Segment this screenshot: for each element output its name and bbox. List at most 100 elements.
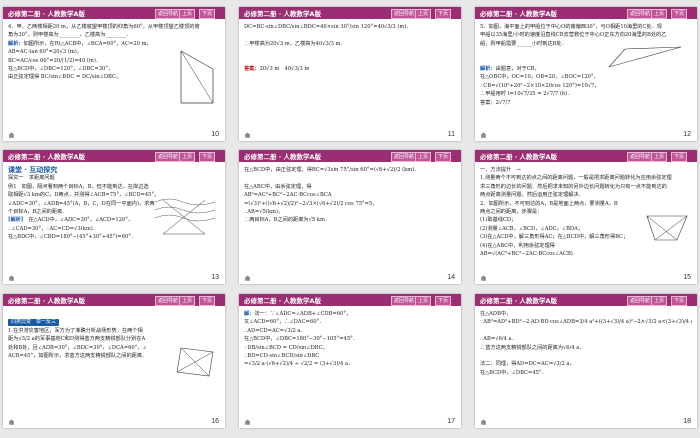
prev-page-button[interactable]: 上页 — [179, 9, 196, 19]
next-page-button[interactable]: 下页 — [671, 296, 688, 306]
slide-thumbnail-10[interactable]: 必修第二册 · 人教数学A版 返回导航 上页 下页 4．甲、乙两楼相距20 m，从乙楼底… — [3, 7, 225, 141]
home-icon[interactable] — [480, 275, 487, 281]
page-number: 16 — [211, 418, 219, 425]
back-nav-button[interactable]: 返回导航 — [155, 296, 182, 306]
home-icon[interactable] — [244, 419, 251, 425]
slide-thumbnail-17[interactable]: 必修第二册 · 人教数学A版 返回导航 上页 下页解：法一：∵∠ADC=∠ADB+∠C… — [239, 294, 461, 428]
page-number: 12 — [683, 131, 691, 138]
page-number: 11 — [447, 131, 455, 138]
slide-thumbnail-18[interactable]: 必修第二册 · 人教数学A版 返回导航 上页 下页在△ADB中， ∵AB²=AD²+BD… — [475, 294, 697, 428]
home-icon[interactable] — [480, 132, 487, 138]
slide-text-line — [244, 174, 456, 182]
slide-text-line: 1.在洪涝灾害地区，军方为了准确分析战场形势，在两个相 — [8, 327, 143, 334]
page-number: 10 — [211, 131, 219, 138]
slide-header-title: 必修第二册 · 人教数学A版 — [8, 153, 86, 161]
slide-thumbnail-13[interactable]: 必修第二册 · 人教数学A版 返回导航 上页 下页 课堂 · 互动探究 探究一 求距离问题… — [3, 150, 225, 284]
next-page-button[interactable]: 下页 — [435, 152, 452, 162]
slide-header: 必修第二册 · 人教数学A版 返回导航 上页 下页 — [475, 150, 697, 162]
next-page-button[interactable]: 下页 — [671, 152, 688, 162]
slide-header: 必修第二册 · 人教数学A版 返回导航 上页 下页 — [239, 294, 461, 306]
slide-text-line: 4．甲、乙两楼相距20 m，从乙楼底望甲楼顶的仰角为60°，从甲楼顶望乙楼顶的俯 — [8, 24, 200, 30]
slide-text-line: 同类异变 举一反三 — [8, 318, 220, 327]
slide-header-title: 必修第二册 · 人教数学A版 — [244, 153, 322, 161]
slide-thumbnail-16[interactable]: 必修第二册 · 人教数学A版 返回导航 上页 下页 同类异变 举一反三 1.在洪涝灾害地… — [3, 294, 225, 428]
slide-text-line: ∴AB=√6/4 a． — [480, 336, 517, 343]
slide-thumbnail-12[interactable]: 必修第二册 · 人教数学A版 返回导航 上页 下页 5．如图，海平面上的甲船位于中心O的… — [475, 7, 697, 141]
home-icon[interactable] — [8, 275, 15, 281]
prev-page-button[interactable]: 上页 — [415, 9, 432, 19]
slide-thumbnail-11[interactable]: 必修第二册 · 人教数学A版 返回导航 上页 下页 DC=BC·sin∠DBC/sin∠… — [239, 7, 461, 141]
slide-body: 在△BCD中，由正弦定理，得BC=√3sin 75°/sin 60°=(√6+√… — [244, 166, 456, 225]
home-icon[interactable] — [244, 132, 251, 138]
slide-text-line: 两点距离测量问题，然后运用正弦定理解决． — [480, 192, 584, 199]
prev-page-button[interactable]: 上页 — [651, 296, 668, 306]
slide-text-line: 2．如图所示，不可到达的A，B是地面上两点，要测量A，B — [480, 200, 618, 207]
slide-header-title: 必修第二册 · 人教数学A版 — [8, 10, 86, 18]
slide-text-line: 5．如图，海平面上的甲船位于中心O的南偏西30°，与O相距10海里的C处．现 — [480, 24, 663, 30]
river-figure — [153, 194, 219, 244]
slide-thumbnail-14[interactable]: 必修第二册 · 人教数学A版 返回导航 上页 下页在△BCD中，由正弦定理，得BC=√… — [239, 150, 461, 284]
slide-text-line: ∵AB²=AD²+BD²−2·AD·BD·cos∠ADB=3/4 a²+((3+… — [480, 319, 692, 326]
slide-text-line: DC=BC·sin∠DBC/sin∠BDC=40×sin 30°/sin 120… — [244, 24, 412, 30]
slide-text-line: AB=√(AC²+BC²−2AC·BCcos∠ACB)． — [480, 251, 578, 258]
page-number: 15 — [683, 274, 691, 281]
back-nav-button[interactable]: 返回导航 — [391, 152, 418, 162]
prev-page-button[interactable]: 上页 — [179, 296, 196, 306]
slide-text-line: ∴甲楼高为20√3 m，乙楼高为40√3/3 m． — [244, 40, 346, 47]
slide-header: 必修第二册 · 人教数学A版 返回导航 上页 下页 — [239, 7, 461, 19]
home-icon[interactable] — [480, 419, 487, 425]
prev-page-button[interactable]: 上页 — [651, 152, 668, 162]
home-icon[interactable] — [244, 275, 251, 281]
slide-text-line: 1.测量两个不可到达的点之间的距离问题，一般是把求距离问题转化为应用余弦定理 — [480, 175, 672, 182]
back-nav-button[interactable]: 返回导航 — [627, 9, 654, 19]
page-number: 13 — [211, 274, 219, 281]
back-nav-button[interactable]: 返回导航 — [155, 152, 182, 162]
next-page-button[interactable]: 下页 — [199, 9, 216, 19]
slide-header: 必修第二册 · 人教数学A版 返回导航 上页 下页 — [3, 294, 225, 306]
next-page-button[interactable]: 下页 — [671, 9, 688, 19]
back-nav-button[interactable]: 返回导航 — [627, 296, 654, 306]
next-page-button[interactable]: 下页 — [199, 296, 216, 306]
slide-header: 必修第二册 · 人教数学A版 返回导航 上页 下页 — [3, 150, 225, 162]
slide-text-line: ∴甲船用时 t=10√7/35 = 2√7/7 (h)． — [480, 91, 573, 98]
slide-text-line: 求三角形的边长的问题．然后把求未知的另外边长问题转化为只有一点不能到达的 — [480, 183, 667, 190]
slide-text-line: 答案：20√3 m 40√3/3 m — [244, 66, 310, 73]
slide-text-line: ∴蓝方这两支精锐部队之间的距离为√6/4 a． — [480, 344, 585, 351]
home-icon[interactable] — [8, 419, 15, 425]
slide-text-line: 在△ADB中， — [480, 311, 512, 317]
prev-page-button[interactable]: 上页 — [415, 296, 432, 306]
prev-page-button[interactable]: 上页 — [415, 152, 432, 162]
prev-page-button[interactable]: 上页 — [651, 9, 668, 19]
next-page-button[interactable]: 下页 — [435, 296, 452, 306]
page-number: 14 — [447, 274, 455, 281]
back-nav-button[interactable]: 返回导航 — [391, 9, 418, 19]
prev-page-button[interactable]: 上页 — [179, 152, 196, 162]
slide-text-line — [244, 57, 456, 65]
slide-text-line: 角为30°，则甲楼高为________，乙楼高为________． — [8, 32, 132, 39]
slide-text-line — [480, 352, 692, 360]
home-icon[interactable] — [8, 132, 15, 138]
slide-text-line: ∴CB=√(10²+20²−2×10×20cos 120°)=10√7， — [480, 82, 600, 89]
page-number: 17 — [447, 418, 455, 425]
next-page-button[interactable]: 下页 — [435, 9, 452, 19]
slide-header-title: 必修第二册 · 人教数学A版 — [480, 297, 558, 305]
slide-header-title: 必修第二册 · 人教数学A版 — [8, 297, 86, 305]
slide-header-title: 必修第二册 · 人教数学A版 — [480, 10, 558, 18]
slide-text-line: ∵DB/sin∠BCD = CD/sin∠DBC， — [244, 344, 328, 351]
slide-text-line: 探究一 求距离问题 — [8, 175, 55, 182]
back-nav-button[interactable]: 返回导航 — [627, 152, 654, 162]
back-nav-button[interactable]: 返回导航 — [391, 296, 418, 306]
slide-body: 解：法一：∵∠ADC=∠ADB+∠CDB=60°， 又∠ACD=60°，∴∠DAC… — [244, 310, 456, 369]
back-nav-button[interactable]: 返回导航 — [155, 9, 182, 19]
slide-text-line: 又∠ACD=60°，∴∠DAC=60°． — [244, 319, 325, 326]
building-figure — [175, 47, 219, 111]
slide-text-line: ∴AB=√5(km)， — [244, 209, 284, 216]
slide-header-title: 必修第二册 · 人教数学A版 — [480, 153, 558, 161]
slide-text-line: 例1 如图，隔河看到两个目标A，B，但不能到达，在岸边选 — [8, 183, 149, 190]
slide-thumbnail-15[interactable]: 必修第二册 · 人教数学A版 返回导航 上页 下页 一、方法提升 → 1.测量两个不可到达… — [475, 150, 697, 284]
next-page-button[interactable]: 下页 — [199, 152, 216, 162]
slide-header: 必修第二册 · 人教数学A版 返回导航 上页 下页 — [475, 7, 697, 19]
slide-header: 必修第二册 · 人教数学A版 返回导航 上页 下页 — [3, 7, 225, 19]
slide-header-title: 必修第二册 · 人教数学A版 — [244, 297, 322, 305]
slide-body: DC=BC·sin∠DBC/sin∠BDC=40×sin 30°/sin 120… — [244, 23, 456, 73]
